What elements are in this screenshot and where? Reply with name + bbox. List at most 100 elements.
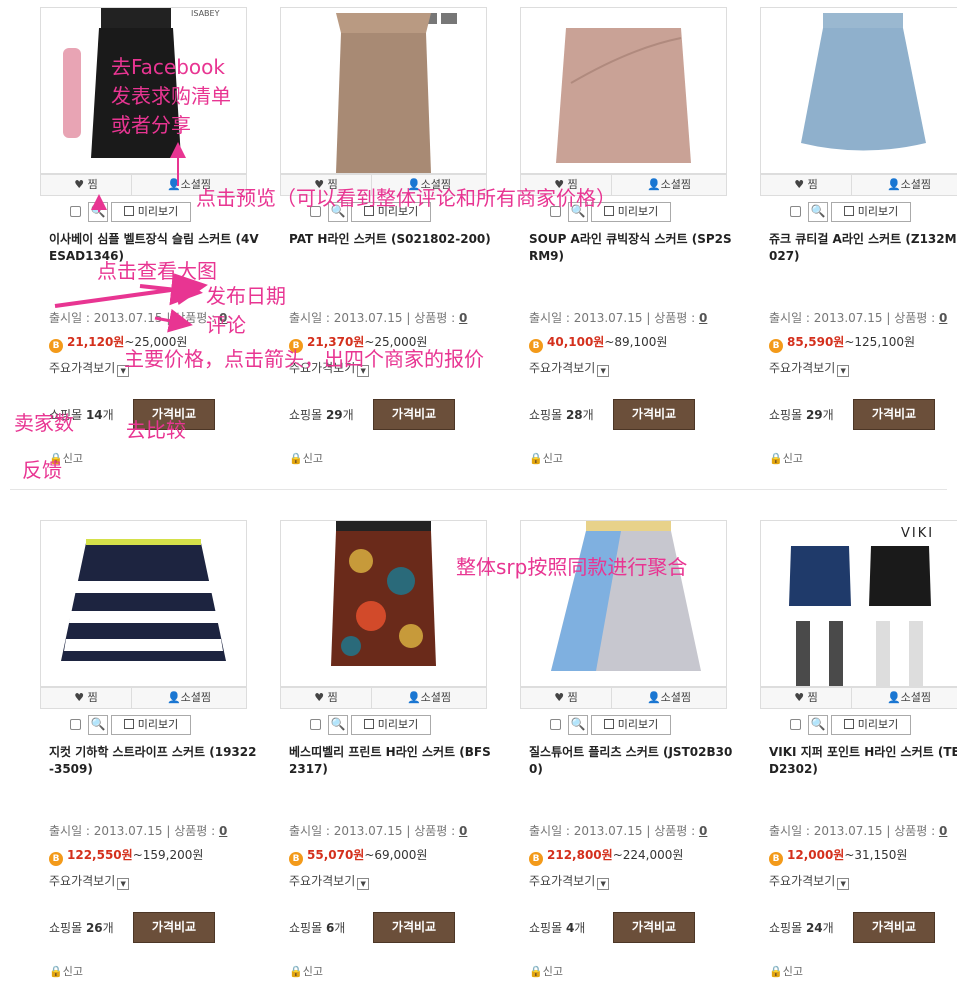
- report-link[interactable]: 🔒신고: [289, 450, 323, 466]
- preview-button[interactable]: 미리보기: [111, 202, 191, 222]
- chevron-down-icon[interactable]: ▼: [837, 878, 850, 890]
- review-count-link[interactable]: 0: [699, 311, 707, 325]
- product-card: ♥ 찜 👤소셜찜 🔍 미리보기 쥬크 큐티걸 A라인 스커트 (Z132MSD0…: [745, 7, 957, 487]
- major-price-toggle[interactable]: 주요가격보기 ▼: [289, 872, 370, 890]
- select-checkbox[interactable]: [790, 719, 801, 730]
- report-link[interactable]: 🔒신고: [49, 963, 83, 979]
- shop-count: 쇼핑몰 28개: [529, 408, 594, 422]
- preview-button[interactable]: 미리보기: [831, 202, 911, 222]
- price-range: B 85,590원~125,100원: [769, 333, 915, 353]
- chevron-down-icon[interactable]: ▼: [597, 878, 610, 890]
- product-image[interactable]: [520, 520, 727, 687]
- note-facebook-3: 或者分享: [111, 113, 191, 137]
- compare-price-button[interactable]: 가격비교: [853, 399, 935, 430]
- major-price-toggle[interactable]: 주요가격보기 ▼: [529, 359, 610, 377]
- row-divider: [10, 489, 947, 490]
- social-zzim-button[interactable]: 👤소셜찜: [612, 175, 726, 195]
- note-preview: 点击预览（可以看到整体评论和所有商家价格）: [196, 186, 616, 210]
- chevron-down-icon[interactable]: ▼: [837, 365, 850, 377]
- report-link[interactable]: 🔒신고: [769, 450, 803, 466]
- price-range: B 12,000원~31,150원: [769, 846, 907, 866]
- preview-button[interactable]: 미리보기: [591, 715, 671, 735]
- product-name[interactable]: PAT H라인 스커트 (S021802-200): [289, 231, 499, 248]
- shop-count: 쇼핑몰 29개: [289, 408, 354, 422]
- product-image[interactable]: [280, 7, 487, 174]
- social-zzim-button[interactable]: 👤소셜찜: [372, 688, 486, 708]
- shop-count: 쇼핑몰 24개: [769, 921, 834, 935]
- social-zzim-button[interactable]: 👤소셜찜: [132, 688, 246, 708]
- product-name[interactable]: 질스튜어트 플리츠 스커트 (JST02B300): [529, 744, 739, 778]
- price-badge-icon: B: [529, 339, 543, 353]
- zzim-button[interactable]: ♥ 찜: [41, 688, 132, 708]
- chevron-down-icon[interactable]: ▼: [117, 878, 130, 890]
- product-image[interactable]: [520, 7, 727, 174]
- zoom-icon[interactable]: 🔍: [808, 715, 828, 735]
- note-review: 评论: [206, 313, 246, 337]
- product-name[interactable]: 지컷 기하학 스트라이프 스커트 (19322-3509): [49, 744, 259, 778]
- product-name[interactable]: VIKI 지퍼 포인트 H라인 스커트 (TESBD2302): [769, 744, 957, 778]
- major-price-toggle[interactable]: 주요가격보기 ▼: [49, 359, 130, 377]
- select-checkbox[interactable]: [70, 719, 81, 730]
- product-name[interactable]: 베스띠벨리 프린트 H라인 스커트 (BFS2317): [289, 744, 499, 778]
- compare-price-button[interactable]: 가격비교: [613, 912, 695, 943]
- wishlist-bar: ♥ 찜 👤소셜찜: [280, 687, 487, 709]
- report-link[interactable]: 🔒신고: [529, 963, 563, 979]
- compare-price-button[interactable]: 가격비교: [613, 399, 695, 430]
- zzim-button[interactable]: ♥ 찜: [41, 175, 132, 195]
- brand-logo: VIKI: [901, 526, 934, 541]
- zzim-button[interactable]: ♥ 찜: [761, 175, 852, 195]
- shop-count: 쇼핑몰 29개: [769, 408, 834, 422]
- price-badge-icon: B: [49, 852, 63, 866]
- major-price-toggle[interactable]: 주요가격보기 ▼: [529, 872, 610, 890]
- review-count-link[interactable]: 0: [939, 824, 947, 838]
- zoom-icon[interactable]: 🔍: [328, 715, 348, 735]
- product-image[interactable]: VIKI: [760, 520, 957, 687]
- preview-button[interactable]: 미리보기: [831, 715, 911, 735]
- select-checkbox[interactable]: [550, 719, 561, 730]
- major-price-toggle[interactable]: 주요가격보기 ▼: [769, 872, 850, 890]
- select-checkbox[interactable]: [310, 719, 321, 730]
- preview-button[interactable]: 미리보기: [351, 715, 431, 735]
- zzim-button[interactable]: ♥ 찜: [521, 688, 612, 708]
- zoom-icon[interactable]: 🔍: [808, 202, 828, 222]
- zoom-icon[interactable]: 🔍: [568, 715, 588, 735]
- report-link[interactable]: 🔒신고: [289, 963, 323, 979]
- report-link[interactable]: 🔒신고: [529, 450, 563, 466]
- window-icon: [123, 206, 134, 216]
- product-image[interactable]: [760, 7, 957, 174]
- compare-price-button[interactable]: 가격비교: [373, 399, 455, 430]
- price-badge-icon: B: [769, 852, 783, 866]
- product-name[interactable]: SOUP A라인 큐빅장식 스커트 (SP2SRM9): [529, 231, 739, 265]
- social-zzim-button[interactable]: 👤소셜찜: [852, 688, 957, 708]
- select-checkbox[interactable]: [70, 206, 81, 217]
- social-zzim-button[interactable]: 👤소셜찜: [852, 175, 957, 195]
- product-meta: 출시일 : 2013.07.15 | 상품평 : 0: [49, 824, 228, 838]
- zoom-icon[interactable]: 🔍: [88, 715, 108, 735]
- review-count-link[interactable]: 0: [699, 824, 707, 838]
- preview-button[interactable]: 미리보기: [111, 715, 191, 735]
- zzim-button[interactable]: ♥ 찜: [761, 688, 852, 708]
- review-count-link[interactable]: 0: [939, 311, 947, 325]
- product-image[interactable]: [40, 520, 247, 687]
- window-icon: [363, 719, 374, 729]
- review-count-link[interactable]: 0: [219, 824, 227, 838]
- zzim-button[interactable]: ♥ 찜: [281, 688, 372, 708]
- zoom-icon[interactable]: 🔍: [88, 202, 108, 222]
- note-facebook-1: 去Facebook: [111, 55, 225, 79]
- review-count-link[interactable]: 0: [459, 824, 467, 838]
- major-price-toggle[interactable]: 주요가격보기 ▼: [769, 359, 850, 377]
- product-image[interactable]: [280, 520, 487, 687]
- select-checkbox[interactable]: [790, 206, 801, 217]
- compare-price-button[interactable]: 가격비교: [133, 912, 215, 943]
- report-link[interactable]: 🔒신고: [769, 963, 803, 979]
- major-price-toggle[interactable]: 주요가격보기 ▼: [49, 872, 130, 890]
- product-name[interactable]: 쥬크 큐티걸 A라인 스커트 (Z132MSD027): [769, 231, 957, 265]
- compare-price-button[interactable]: 가격비교: [373, 912, 455, 943]
- review-count-link[interactable]: 0: [459, 311, 467, 325]
- price-range: B 122,550원~159,200원: [49, 846, 203, 866]
- chevron-down-icon[interactable]: ▼: [597, 365, 610, 377]
- chevron-down-icon[interactable]: ▼: [357, 878, 370, 890]
- product-card: ♥ 찜 👤소셜찜 🔍 미리보기 SOUP A라인 큐빅장식 스커트 (SP2SR…: [505, 7, 732, 487]
- compare-price-button[interactable]: 가격비교: [853, 912, 935, 943]
- social-zzim-button[interactable]: 👤소셜찜: [612, 688, 726, 708]
